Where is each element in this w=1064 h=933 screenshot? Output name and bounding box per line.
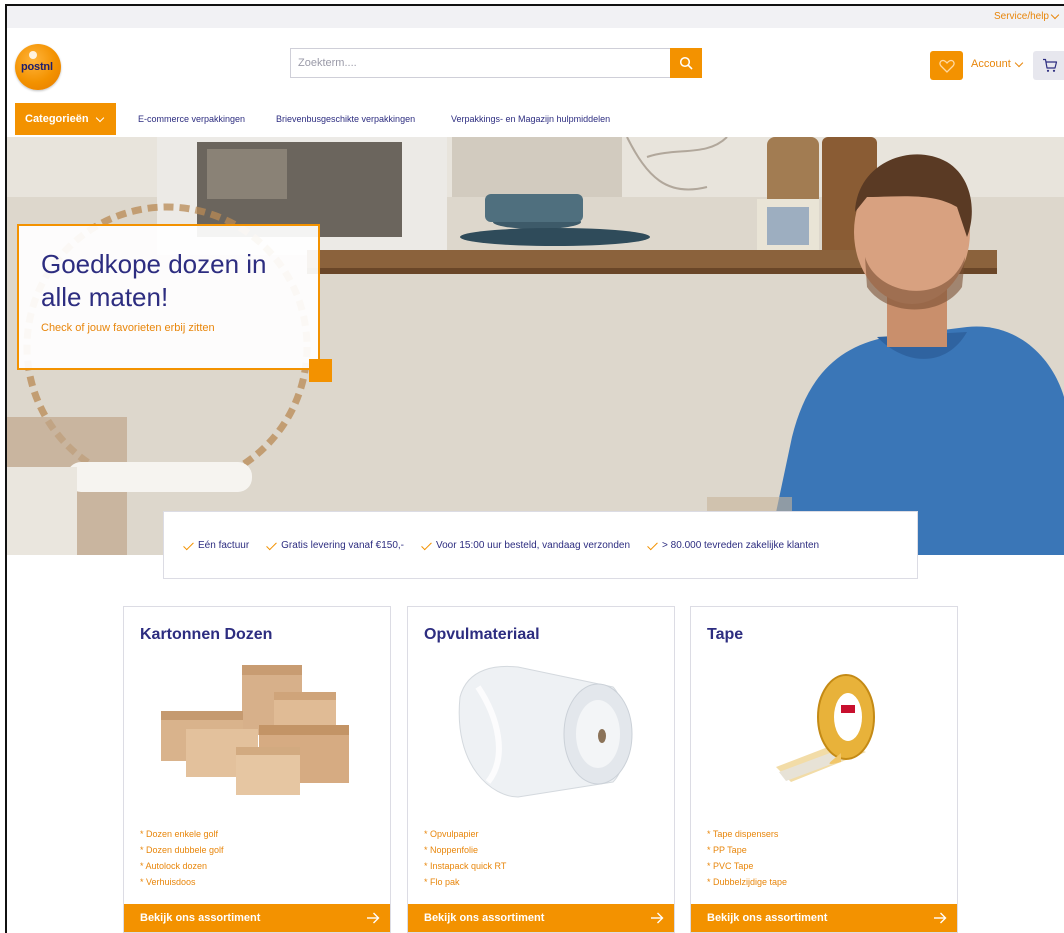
check-icon bbox=[421, 540, 432, 551]
cart-icon bbox=[1042, 58, 1057, 72]
arrow-right-icon bbox=[934, 912, 947, 924]
check-icon bbox=[266, 540, 277, 551]
site-header: postnl Account bbox=[7, 28, 1064, 102]
search-icon bbox=[679, 56, 693, 70]
page-frame: Service/help postnl Account bbox=[5, 4, 1064, 933]
card-link[interactable]: * Instapack quick RT bbox=[424, 858, 506, 874]
usp-item: Eén factuur bbox=[183, 540, 249, 551]
search-input[interactable] bbox=[291, 49, 671, 77]
card-link[interactable]: * Noppenfolie bbox=[424, 842, 506, 858]
boxes-image bbox=[161, 665, 349, 795]
card-link[interactable]: * Dozen dubbele golf bbox=[140, 842, 224, 858]
service-help-link[interactable]: Service/help bbox=[993, 10, 1060, 22]
heart-icon bbox=[938, 59, 955, 73]
search-button[interactable] bbox=[670, 48, 702, 78]
chevron-down-icon bbox=[1014, 58, 1023, 67]
card-link-list: * Opvulpapier * Noppenfolie * Instapack … bbox=[424, 826, 506, 890]
card-title: Tape bbox=[707, 626, 744, 643]
nav-link-brievenbus[interactable]: Brievenbusgeschikte verpakkingen bbox=[276, 114, 415, 124]
card-link[interactable]: * Verhuisdoos bbox=[140, 874, 224, 890]
favorites-button[interactable] bbox=[930, 51, 963, 80]
view-assortment-button[interactable]: Bekijk ons assortiment bbox=[124, 904, 390, 932]
hero-banner: Goedkope dozen in alle maten! Check of j… bbox=[7, 137, 1064, 555]
account-menu[interactable]: Account bbox=[971, 58, 1023, 70]
card-link[interactable]: * Flo pak bbox=[424, 874, 506, 890]
arrow-right-icon bbox=[651, 912, 664, 924]
postnl-logo[interactable]: postnl bbox=[15, 44, 61, 90]
card-link[interactable]: * Dozen enkele golf bbox=[140, 826, 224, 842]
hero-title: Goedkope dozen in alle maten! bbox=[41, 249, 267, 312]
check-icon bbox=[183, 540, 194, 551]
card-link[interactable]: * PP Tape bbox=[707, 842, 787, 858]
cta-label: Bekijk ons assortiment bbox=[707, 912, 828, 924]
cta-label: Bekijk ons assortiment bbox=[424, 912, 545, 924]
card-link-list: * Tape dispensers * PP Tape * PVC Tape *… bbox=[707, 826, 787, 890]
usp-text: Eén factuur bbox=[198, 539, 250, 551]
usp-bar: Eén factuur Gratis levering vanaf €150,-… bbox=[163, 511, 918, 579]
categories-button[interactable]: Categorieën bbox=[15, 103, 116, 135]
card-link[interactable]: * Dubbelzijdige tape bbox=[707, 874, 787, 890]
category-card-tape[interactable]: Tape * Tape dispensers * PP Tape * PVC T… bbox=[690, 606, 958, 933]
categories-label: Categorieën bbox=[25, 113, 89, 125]
cart-button[interactable] bbox=[1033, 51, 1064, 80]
category-card-kartonnen-dozen[interactable]: Kartonnen Dozen * Dozen enkele golf * Do… bbox=[123, 606, 391, 933]
chevron-down-icon bbox=[1050, 10, 1060, 20]
card-title: Opvulmateriaal bbox=[424, 626, 540, 643]
usp-text: > 80.000 tevreden zakelijke klanten bbox=[662, 539, 820, 551]
account-label: Account bbox=[971, 58, 1011, 70]
logo-dot bbox=[29, 51, 37, 59]
top-strip: Service/help bbox=[7, 6, 1064, 29]
nav-link-ecommerce[interactable]: E-commerce verpakkingen bbox=[138, 114, 245, 124]
card-link[interactable]: * Autolock dozen bbox=[140, 858, 224, 874]
search-bar bbox=[290, 48, 702, 78]
main-nav: Categorieën E-commerce verpakkingen Brie… bbox=[7, 101, 1064, 138]
chevron-down-icon bbox=[95, 113, 104, 122]
category-card-opvulmateriaal[interactable]: Opvulmateriaal * Opvulpapier * Noppenfol… bbox=[407, 606, 675, 933]
hero-corner-accent bbox=[309, 359, 332, 382]
card-link[interactable]: * Opvulpapier bbox=[424, 826, 506, 842]
tape-roll-image bbox=[776, 674, 875, 782]
usp-text: Voor 15:00 uur besteld, vandaag verzonde… bbox=[436, 539, 631, 551]
arrow-right-icon bbox=[367, 912, 380, 924]
usp-item: > 80.000 tevreden zakelijke klanten bbox=[647, 540, 819, 551]
check-icon bbox=[647, 540, 658, 551]
view-assortment-button[interactable]: Bekijk ons assortiment bbox=[691, 904, 957, 932]
usp-text: Gratis levering vanaf €150,- bbox=[281, 539, 404, 551]
card-link[interactable]: * Tape dispensers bbox=[707, 826, 787, 842]
cta-label: Bekijk ons assortiment bbox=[140, 912, 261, 924]
usp-item: Voor 15:00 uur besteld, vandaag verzonde… bbox=[421, 540, 630, 551]
view-assortment-button[interactable]: Bekijk ons assortiment bbox=[408, 904, 674, 932]
hero-subtitle-link[interactable]: Check of jouw favorieten erbij zitten bbox=[41, 322, 318, 334]
card-link[interactable]: * PVC Tape bbox=[707, 858, 787, 874]
usp-item: Gratis levering vanaf €150,- bbox=[266, 540, 404, 551]
logo-wordmark: postnl bbox=[21, 61, 53, 73]
card-title: Kartonnen Dozen bbox=[140, 626, 273, 643]
bubble-wrap-image bbox=[458, 665, 633, 798]
hero-promo-card: Goedkope dozen in alle maten! Check of j… bbox=[17, 224, 320, 370]
card-link-list: * Dozen enkele golf * Dozen dubbele golf… bbox=[140, 826, 224, 890]
nav-link-magazijn[interactable]: Verpakkings- en Magazijn hulpmiddelen bbox=[451, 114, 610, 124]
service-help-label: Service/help bbox=[993, 11, 1049, 22]
